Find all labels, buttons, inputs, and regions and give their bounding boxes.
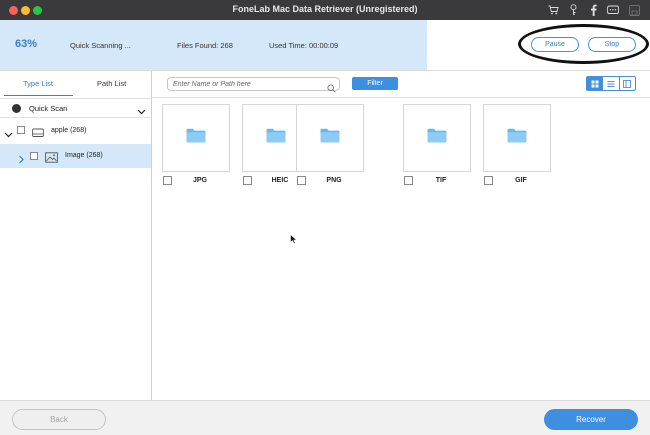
folder-checkbox[interactable] [163, 176, 172, 185]
tree-label-image: Image (268) [65, 152, 103, 159]
folder-label: JPG [192, 177, 207, 184]
tree-item-apple[interactable]: apple (268) [0, 119, 151, 143]
folder-checkbox[interactable] [243, 176, 252, 185]
folder-tile[interactable] [296, 104, 364, 172]
scan-percent: 63% [15, 38, 38, 50]
tab-type-list[interactable]: Type List [23, 79, 53, 88]
drive-icon [32, 125, 44, 143]
image-checkbox[interactable] [30, 152, 38, 160]
tab-path-list[interactable]: Path List [97, 79, 126, 88]
folder-icon [266, 128, 286, 148]
folder-label: GIF [515, 177, 527, 184]
key-icon[interactable] [566, 3, 580, 17]
sidebar: Type List Path List Quick Scan apple (26… [0, 71, 151, 400]
folder-icon [186, 128, 206, 148]
folder-label: TIF [435, 177, 447, 184]
active-tab-indicator [4, 95, 73, 96]
mouse-cursor-icon [290, 232, 298, 250]
tree-item-image[interactable]: Image (268) [0, 144, 151, 168]
tree-label-apple: apple (268) [51, 127, 87, 134]
toolbar-divider [152, 97, 650, 98]
list-view-icon[interactable] [603, 77, 620, 90]
folder-icon [507, 128, 527, 148]
recover-button[interactable]: Recover [544, 409, 638, 430]
folder-tile[interactable] [403, 104, 471, 172]
footer-bar: Back Recover [0, 400, 650, 435]
sidebar-divider [151, 71, 152, 400]
folder-tile[interactable] [162, 104, 230, 172]
scan-mode-label: Quick Scan [29, 104, 68, 113]
back-button[interactable]: Back [12, 409, 106, 430]
facebook-icon[interactable] [586, 3, 600, 17]
scan-mode-dropdown[interactable]: Quick Scan [0, 98, 151, 118]
folder-tile[interactable] [483, 104, 551, 172]
annotation-circle [518, 24, 649, 64]
folder-icon [427, 128, 447, 148]
view-mode-toggle [586, 76, 636, 91]
folder-icon [320, 128, 340, 148]
detail-view-icon[interactable] [620, 77, 635, 90]
pie-chart-icon [12, 104, 21, 113]
image-icon [45, 150, 58, 168]
folder-checkbox[interactable] [484, 176, 493, 185]
search-input[interactable] [173, 80, 323, 89]
folder-checkbox[interactable] [404, 176, 413, 185]
chevron-down-icon[interactable] [4, 126, 13, 144]
search-box[interactable] [167, 77, 340, 93]
scan-status-text: Quick Scanning ... [70, 41, 131, 50]
chat-icon[interactable] [606, 3, 620, 17]
folder-label: PNG [326, 177, 342, 184]
folder-checkbox[interactable] [297, 176, 306, 185]
used-time-text: Used Time: 00:00:09 [269, 41, 339, 50]
save-icon[interactable] [627, 3, 641, 17]
grid-view-icon[interactable] [587, 77, 604, 90]
search-icon[interactable] [327, 80, 336, 98]
chevron-right-icon[interactable] [17, 151, 25, 169]
apple-checkbox[interactable] [17, 126, 25, 134]
files-found-text: Files Found: 268 [177, 41, 233, 50]
cart-icon[interactable] [546, 3, 560, 17]
title-bar: FoneLab Mac Data Retriever (Unregistered… [0, 0, 650, 20]
folder-label: HEIC [271, 177, 289, 184]
filter-button[interactable]: Filter [352, 77, 398, 90]
